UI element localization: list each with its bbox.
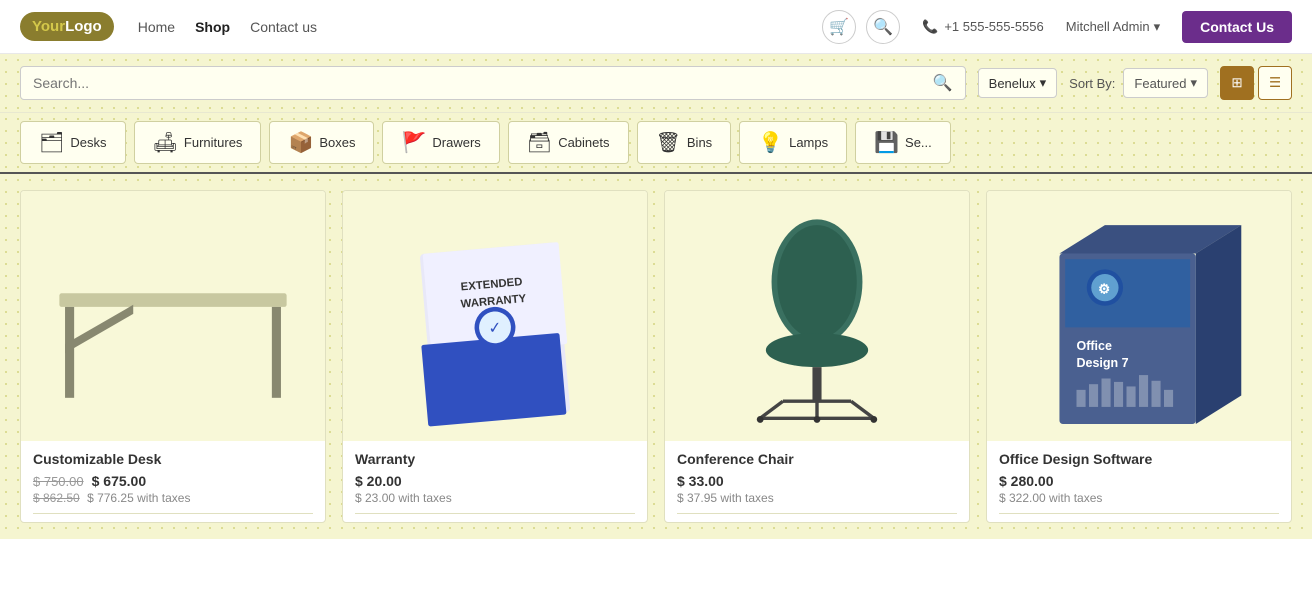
nav-icons: 🛒 🔍 📞 +1 555-555-5556 Mitchell Admin ▾ C… — [822, 10, 1292, 44]
category-more[interactable]: 💾 Se... — [855, 121, 951, 164]
product-card-chair[interactable]: Conference Chair $ 33.00 $ 37.95 with ta… — [664, 190, 970, 523]
category-boxes[interactable]: 📦 Boxes — [269, 121, 374, 164]
desks-icon: 🗂 — [39, 130, 64, 155]
product-card-software[interactable]: ⚙ Office Design 7 Office Design Softwar — [986, 190, 1292, 523]
price-tax-software: $ 322.00 with taxes — [999, 491, 1279, 505]
search-input[interactable] — [33, 75, 933, 91]
category-cabinets[interactable]: 🗃 Cabinets — [508, 121, 629, 164]
product-info-software: Office Design Software $ 280.00 $ 322.00… — [987, 441, 1291, 522]
product-divider-warranty — [355, 513, 635, 514]
price-original2-desk: $ 862.50 — [33, 491, 80, 505]
nav-shop[interactable]: Shop — [195, 19, 230, 35]
grid-view-button[interactable]: ⊞ — [1220, 66, 1254, 100]
svg-text:⚙: ⚙ — [1098, 281, 1110, 296]
list-view-button[interactable]: ☰ — [1258, 66, 1292, 100]
product-name-warranty: Warranty — [355, 451, 635, 467]
more-icon: 💾 — [874, 130, 899, 155]
logo[interactable]: YourLogo — [20, 12, 114, 41]
more-label: Se... — [905, 135, 932, 150]
logo-text: Your — [32, 18, 65, 35]
category-bins[interactable]: 🗑 Bins — [637, 121, 732, 164]
price-tax-desk: $ 862.50 $ 776.25 with taxes — [33, 491, 313, 505]
sort-area: Sort By: Featured ▾ — [1069, 68, 1208, 98]
search-input-wrap: 🔍 — [20, 66, 966, 100]
product-divider-chair — [677, 513, 957, 514]
svg-text:Office: Office — [1077, 339, 1112, 353]
desks-label: Desks — [70, 135, 106, 150]
cabinets-label: Cabinets — [558, 135, 609, 150]
furnitures-label: Furnitures — [184, 135, 243, 150]
price-row-software: $ 280.00 — [999, 473, 1279, 489]
user-dropdown[interactable]: Mitchell Admin ▾ — [1066, 19, 1160, 35]
product-card-desk[interactable]: Customizable Desk $ 750.00 $ 675.00 $ 86… — [20, 190, 326, 523]
furnitures-icon: 🛋 — [153, 130, 178, 155]
product-card-warranty[interactable]: EXTENDED WARRANTY ✓ Warranty $ 20.00 $ 2… — [342, 190, 648, 523]
price-original-desk: $ 750.00 — [33, 474, 84, 489]
nav-home[interactable]: Home — [138, 19, 175, 35]
price-row-warranty: $ 20.00 — [355, 473, 635, 489]
sort-dropdown[interactable]: Featured ▾ — [1123, 68, 1208, 98]
price-tax-chair: $ 37.95 with taxes — [677, 491, 957, 505]
search-button[interactable]: 🔍 — [866, 10, 900, 44]
sort-label: Sort By: — [1069, 76, 1115, 91]
products-area: Customizable Desk $ 750.00 $ 675.00 $ 86… — [0, 174, 1312, 539]
cart-button[interactable]: 🛒 — [822, 10, 856, 44]
price-current-warranty: $ 20.00 — [355, 473, 402, 489]
search-icon-btn[interactable]: 🔍 — [933, 73, 953, 93]
svg-text:✓: ✓ — [488, 320, 503, 338]
phone-icon: 📞 — [922, 19, 938, 35]
region-dropdown[interactable]: Benelux ▾ — [978, 68, 1058, 98]
price-current-chair: $ 33.00 — [677, 473, 724, 489]
sort-arrow-icon: ▾ — [1190, 75, 1197, 91]
product-name-software: Office Design Software — [999, 451, 1279, 467]
phone-number: +1 555-555-5556 — [944, 19, 1043, 34]
lamps-icon: 💡 — [758, 130, 783, 155]
product-image-desk — [21, 191, 325, 441]
product-divider-desk — [33, 513, 313, 514]
user-name: Mitchell Admin — [1066, 19, 1150, 34]
product-divider-software — [999, 513, 1279, 514]
product-info-warranty: Warranty $ 20.00 $ 23.00 with taxes — [343, 441, 647, 522]
category-lamps[interactable]: 💡 Lamps — [739, 121, 847, 164]
region-label: Benelux — [989, 76, 1036, 91]
sort-value: Featured — [1134, 76, 1186, 91]
drawers-label: Drawers — [432, 135, 480, 150]
product-image-warranty: EXTENDED WARRANTY ✓ — [343, 191, 647, 441]
dropdown-arrow-icon: ▾ — [1154, 19, 1161, 35]
drawers-icon: 🚩 — [401, 130, 426, 155]
bins-label: Bins — [687, 135, 712, 150]
contact-us-button[interactable]: Contact Us — [1182, 11, 1292, 43]
product-image-chair — [665, 191, 969, 441]
categories-bar: 🗂 Desks 🛋 Furnitures 📦 Boxes 🚩 Drawers 🗃… — [0, 113, 1312, 174]
cabinets-icon: 🗃 — [527, 130, 552, 155]
product-info-chair: Conference Chair $ 33.00 $ 37.95 with ta… — [665, 441, 969, 522]
product-name-desk: Customizable Desk — [33, 451, 313, 467]
products-grid: Customizable Desk $ 750.00 $ 675.00 $ 86… — [20, 190, 1292, 523]
category-furnitures[interactable]: 🛋 Furnitures — [134, 121, 262, 164]
nav-links: Home Shop Contact us — [138, 19, 822, 35]
top-navigation: YourLogo Home Shop Contact us 🛒 🔍 📞 +1 5… — [0, 0, 1312, 54]
nav-contact[interactable]: Contact us — [250, 19, 317, 35]
product-info-desk: Customizable Desk $ 750.00 $ 675.00 $ 86… — [21, 441, 325, 522]
product-name-chair: Conference Chair — [677, 451, 957, 467]
price-current-software: $ 280.00 — [999, 473, 1054, 489]
view-buttons: ⊞ ☰ — [1220, 66, 1292, 100]
price-current-desk: $ 675.00 — [92, 473, 147, 489]
boxes-label: Boxes — [319, 135, 355, 150]
price-tax-warranty: $ 23.00 with taxes — [355, 491, 635, 505]
lamps-label: Lamps — [789, 135, 828, 150]
search-bar-area: 🔍 Benelux ▾ Sort By: Featured ▾ ⊞ ☰ — [0, 54, 1312, 113]
product-image-software: ⚙ Office Design 7 — [987, 191, 1291, 441]
boxes-icon: 📦 — [288, 130, 313, 155]
price-row-chair: $ 33.00 — [677, 473, 957, 489]
category-drawers[interactable]: 🚩 Drawers — [382, 121, 499, 164]
phone-area: 📞 +1 555-555-5556 — [922, 19, 1044, 35]
region-arrow-icon: ▾ — [1040, 75, 1047, 91]
price-row-desk: $ 750.00 $ 675.00 — [33, 473, 313, 489]
bins-icon: 🗑 — [656, 130, 681, 155]
svg-text:Design 7: Design 7 — [1077, 356, 1129, 370]
category-desks[interactable]: 🗂 Desks — [20, 121, 126, 164]
